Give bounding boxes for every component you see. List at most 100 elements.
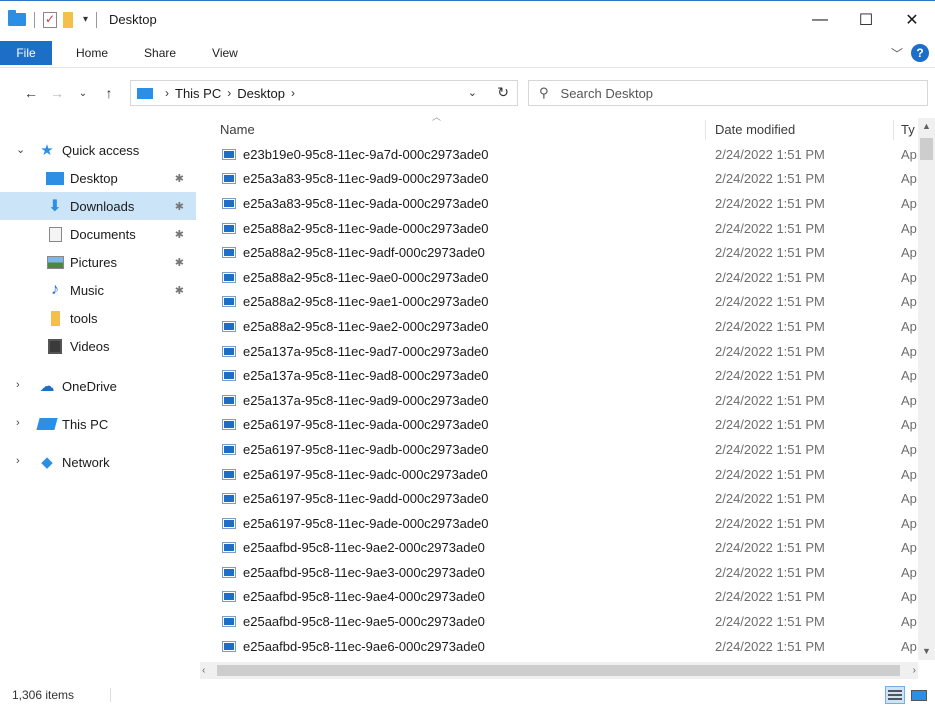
file-name: e25a137a-95c8-11ec-9ad9-000c2973ade0 bbox=[243, 392, 489, 408]
table-row[interactable]: e25a88a2-95c8-11ec-9ae2-000c2973ade0 2/24… bbox=[200, 314, 935, 339]
new-folder-icon[interactable] bbox=[63, 11, 73, 28]
application-file-icon bbox=[222, 222, 236, 234]
app-folder-icon[interactable] bbox=[8, 10, 26, 26]
breadcrumb-this-pc[interactable]: This PC bbox=[175, 86, 221, 101]
forward-arrow-icon[interactable]: → bbox=[44, 85, 70, 101]
table-row[interactable]: e25a6197-95c8-11ec-9add-000c2973ade0 2/24… bbox=[200, 486, 935, 511]
back-arrow-icon[interactable]: ← bbox=[18, 85, 44, 101]
star-icon: ★ bbox=[40, 142, 54, 159]
file-name: e25a137a-95c8-11ec-9ad7-000c2973ade0 bbox=[243, 343, 489, 359]
maximize-button[interactable]: ☐ bbox=[843, 1, 889, 39]
minimize-button[interactable]: — bbox=[797, 1, 843, 39]
scroll-down-arrow-icon[interactable]: ▼ bbox=[918, 643, 935, 660]
table-row[interactable]: e25a6197-95c8-11ec-9ade-000c2973ade0 2/24… bbox=[200, 511, 935, 536]
help-icon[interactable]: ? bbox=[911, 44, 929, 62]
breadcrumb-desktop[interactable]: Desktop bbox=[237, 86, 285, 101]
tab-home[interactable]: Home bbox=[64, 46, 120, 60]
table-row[interactable]: e25aafbd-95c8-11ec-9ae2-000c2973ade0 2/24… bbox=[200, 536, 935, 561]
column-divider[interactable] bbox=[893, 120, 894, 140]
address-dropdown-icon[interactable]: ⌄ bbox=[468, 86, 477, 99]
address-bar[interactable]: › This PC › Desktop › ⌄ ↻ bbox=[130, 80, 518, 106]
nav-item-tools[interactable]: tools bbox=[0, 304, 196, 332]
tab-file[interactable]: File bbox=[0, 40, 52, 65]
table-row[interactable]: e25a3a83-95c8-11ec-9ad9-000c2973ade0 2/24… bbox=[200, 167, 935, 192]
table-row[interactable]: e25a88a2-95c8-11ec-9ae1-000c2973ade0 2/24… bbox=[200, 290, 935, 315]
column-header-type[interactable]: Ty bbox=[901, 122, 915, 137]
scroll-right-arrow-icon[interactable]: › bbox=[913, 662, 916, 679]
customize-toolbar-dropdown-icon[interactable]: ▾ bbox=[83, 14, 88, 25]
nav-item-onedrive[interactable]: › ☁ OneDrive bbox=[0, 372, 200, 400]
nav-item-music[interactable]: ♪ Music ✱ bbox=[0, 276, 196, 304]
search-input[interactable] bbox=[560, 85, 901, 101]
horizontal-scroll-thumb[interactable] bbox=[217, 665, 900, 676]
breadcrumb-separator[interactable]: › bbox=[165, 86, 169, 100]
pin-icon[interactable]: ✱ bbox=[175, 256, 184, 269]
table-row[interactable]: e25a88a2-95c8-11ec-9ae0-000c2973ade0 2/24… bbox=[200, 265, 935, 290]
column-header-name[interactable]: Name bbox=[220, 122, 255, 137]
up-arrow-icon[interactable]: ↑ bbox=[96, 85, 122, 101]
nav-item-label: Desktop bbox=[70, 170, 118, 186]
table-row[interactable]: e25aafbd-95c8-11ec-9ae4-000c2973ade0 2/24… bbox=[200, 585, 935, 610]
file-type: Ap bbox=[901, 146, 917, 162]
table-row[interactable]: e25a88a2-95c8-11ec-9ade-000c2973ade0 2/24… bbox=[200, 216, 935, 241]
breadcrumb-separator[interactable]: › bbox=[291, 86, 295, 100]
pin-icon[interactable]: ✱ bbox=[175, 228, 184, 241]
nav-item-videos[interactable]: Videos bbox=[0, 332, 196, 360]
search-box[interactable]: ⚲ bbox=[528, 80, 928, 106]
table-row[interactable]: e25aafbd-95c8-11ec-9ae3-000c2973ade0 2/24… bbox=[200, 560, 935, 585]
pin-icon[interactable]: ✱ bbox=[175, 200, 184, 213]
details-view-icon[interactable] bbox=[885, 686, 905, 704]
scroll-left-arrow-icon[interactable]: ‹ bbox=[202, 662, 205, 679]
nav-item-desktop[interactable]: Desktop ✱ bbox=[0, 164, 196, 192]
breadcrumb-separator[interactable]: › bbox=[227, 86, 231, 100]
collapsed-chevron-icon[interactable]: › bbox=[16, 455, 20, 467]
title-bar: ▾ Desktop — ☐ ✕ bbox=[0, 0, 935, 38]
column-header-date-modified[interactable]: Date modified bbox=[715, 122, 795, 137]
table-row[interactable]: e25a137a-95c8-11ec-9ad9-000c2973ade0 2/24… bbox=[200, 388, 935, 413]
table-row[interactable]: e25a6197-95c8-11ec-9adc-000c2973ade0 2/24… bbox=[200, 462, 935, 487]
table-row[interactable]: e23b19e0-95c8-11ec-9a7d-000c2973ade0 2/24… bbox=[200, 142, 935, 167]
pin-icon[interactable]: ✱ bbox=[175, 172, 184, 185]
horizontal-scrollbar[interactable]: ‹ › bbox=[200, 662, 918, 679]
table-row[interactable]: e25a6197-95c8-11ec-9ada-000c2973ade0 2/24… bbox=[200, 413, 935, 438]
table-row[interactable]: e25a137a-95c8-11ec-9ad8-000c2973ade0 2/24… bbox=[200, 363, 935, 388]
column-divider[interactable] bbox=[705, 120, 706, 140]
navigation-pane: ⌄ ★ Quick access Desktop ✱ ⬇ Downloads ✱… bbox=[0, 120, 200, 660]
nav-item-network[interactable]: › ◆ Network bbox=[0, 448, 200, 476]
tab-share[interactable]: Share bbox=[132, 46, 188, 60]
table-row[interactable]: e25a137a-95c8-11ec-9ad7-000c2973ade0 2/24… bbox=[200, 339, 935, 364]
downloads-icon: ⬇ bbox=[48, 198, 62, 215]
file-type: Ap bbox=[901, 245, 917, 261]
table-row[interactable]: e25a6197-95c8-11ec-9adb-000c2973ade0 2/24… bbox=[200, 437, 935, 462]
table-row[interactable]: e25aafbd-95c8-11ec-9ae6-000c2973ade0 2/24… bbox=[200, 634, 935, 659]
refresh-icon[interactable]: ↻ bbox=[497, 84, 509, 101]
recent-locations-chevron-icon[interactable]: ⌄ bbox=[70, 88, 96, 99]
application-file-icon bbox=[222, 517, 236, 529]
file-date-modified: 2/24/2022 1:51 PM bbox=[715, 343, 825, 359]
nav-item-downloads[interactable]: ⬇ Downloads ✱ bbox=[0, 192, 196, 220]
onedrive-icon: ☁ bbox=[39, 378, 55, 395]
file-rows: e23b19e0-95c8-11ec-9a7d-000c2973ade0 2/24… bbox=[200, 142, 935, 658]
vertical-scrollbar[interactable]: ▲ ▼ bbox=[918, 118, 935, 660]
nav-item-documents[interactable]: Documents ✱ bbox=[0, 220, 196, 248]
collapsed-chevron-icon[interactable]: › bbox=[16, 417, 20, 429]
table-row[interactable]: e25a3a83-95c8-11ec-9ada-000c2973ade0 2/24… bbox=[200, 191, 935, 216]
pin-icon[interactable]: ✱ bbox=[175, 284, 184, 297]
chevron-down-icon[interactable]: ﹀ bbox=[891, 45, 903, 62]
expanded-chevron-icon[interactable]: ⌄ bbox=[16, 143, 25, 156]
tab-view[interactable]: View bbox=[200, 46, 250, 60]
vertical-scroll-thumb[interactable] bbox=[920, 138, 933, 160]
collapsed-chevron-icon[interactable]: › bbox=[16, 379, 20, 391]
table-row[interactable]: e25aafbd-95c8-11ec-9ae5-000c2973ade0 2/24… bbox=[200, 609, 935, 634]
large-icons-view-icon[interactable] bbox=[909, 686, 929, 704]
file-date-modified: 2/24/2022 1:51 PM bbox=[715, 614, 825, 630]
item-count: 1,306 items bbox=[12, 688, 75, 702]
nav-item-this-pc[interactable]: › This PC bbox=[0, 410, 200, 438]
table-row[interactable]: e25a88a2-95c8-11ec-9adf-000c2973ade0 2/24… bbox=[200, 240, 935, 265]
close-button[interactable]: ✕ bbox=[889, 1, 935, 39]
file-type: Ap bbox=[901, 466, 917, 482]
scroll-up-arrow-icon[interactable]: ▲ bbox=[918, 118, 935, 135]
nav-item-pictures[interactable]: Pictures ✱ bbox=[0, 248, 196, 276]
nav-quick-access[interactable]: ⌄ ★ Quick access bbox=[0, 136, 200, 164]
properties-icon[interactable] bbox=[43, 11, 57, 28]
